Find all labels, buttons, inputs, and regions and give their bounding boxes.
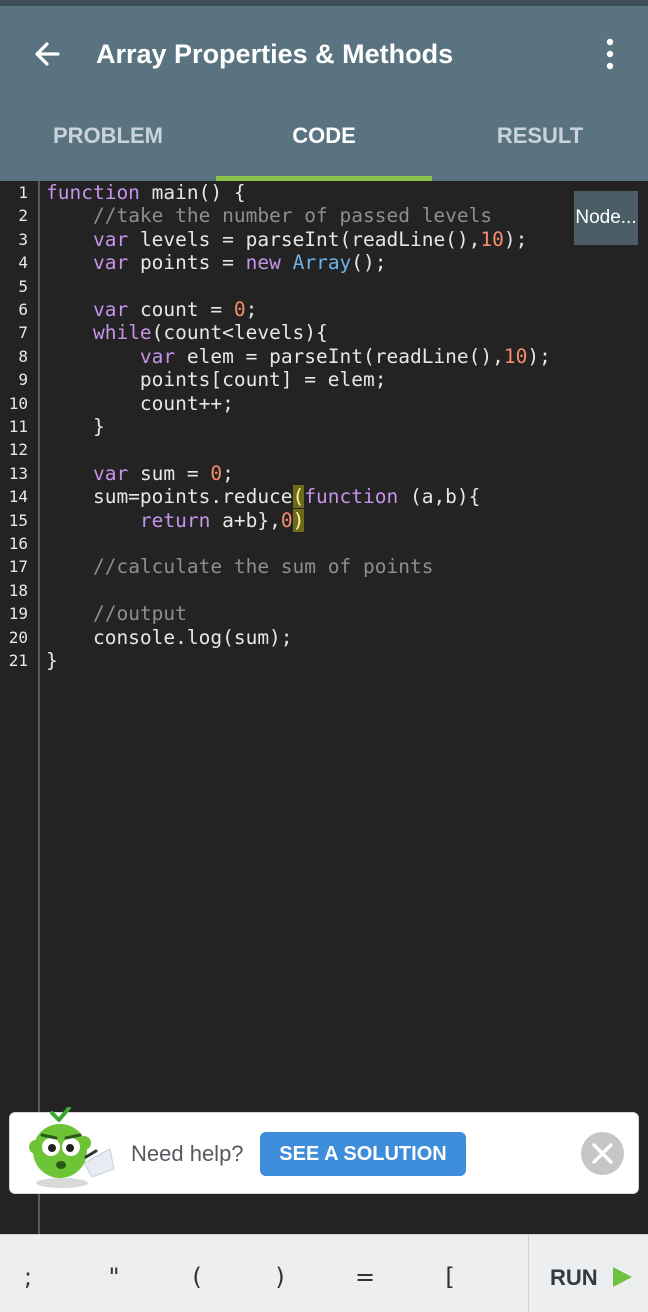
code-line: points[count] = elem; <box>46 368 387 392</box>
line-number: 2 <box>18 206 28 226</box>
code-line: //take the number of passed levels <box>92 204 493 228</box>
line-number: 8 <box>18 346 28 366</box>
code-line: var sum = 0; <box>92 461 234 485</box>
tab-bar: PROBLEM CODE RESULT <box>0 110 648 181</box>
line-number: 5 <box>18 276 28 296</box>
play-icon <box>613 1267 632 1287</box>
line-number: 19 <box>8 604 28 624</box>
line-number: 9 <box>18 370 28 390</box>
line-number: 3 <box>18 229 28 249</box>
code-line: var elem = parseInt(readLine(),10); <box>139 344 551 368</box>
page-title: Array Properties & Methods <box>96 39 454 69</box>
arrow-left-icon[interactable] <box>28 34 68 74</box>
code-line: function main() { <box>46 181 246 204</box>
line-number: 17 <box>8 557 28 577</box>
line-number: 15 <box>8 510 28 530</box>
code-line: var points = new Array(); <box>92 251 387 275</box>
close-button[interactable] <box>581 1132 624 1175</box>
help-banner: Need help? SEE A SOLUTION <box>9 1107 639 1194</box>
line-number: 6 <box>18 300 28 319</box>
see-solution-button[interactable]: SEE A SOLUTION <box>260 1132 466 1176</box>
symbol-keyboard-bar: ; " ( ) = [ RUN <box>0 1234 648 1312</box>
line-number: 10 <box>8 393 28 413</box>
line-number: 13 <box>8 463 28 483</box>
language-badge[interactable]: Node... <box>574 191 638 245</box>
more-vertical-icon[interactable] <box>596 34 624 74</box>
line-number: 14 <box>8 487 28 507</box>
line-number: 21 <box>8 651 28 670</box>
code-line: var count = 0; <box>92 298 258 321</box>
code-line: var levels = parseInt(readLine(),10); <box>92 227 528 251</box>
code-line: //output <box>92 602 187 626</box>
tab-problem[interactable]: PROBLEM <box>0 110 216 181</box>
key-equals[interactable]: = <box>323 1235 407 1312</box>
line-number-gutter: 1 2 3 4 5 6 7 8 9 10 11 12 13 14 15 16 1… <box>0 181 40 1234</box>
run-button[interactable]: RUN <box>528 1235 648 1312</box>
line-number: 16 <box>8 534 28 553</box>
tab-result[interactable]: RESULT <box>432 110 648 181</box>
help-text: Need help? <box>131 1141 244 1166</box>
line-number: 11 <box>8 417 28 436</box>
line-number: 12 <box>8 440 28 460</box>
code-line: while(count<levels){ <box>92 321 328 345</box>
line-number: 18 <box>8 580 28 600</box>
key-close-paren[interactable]: ) <box>238 1235 322 1312</box>
code-line: console.log(sum); <box>46 625 293 649</box>
code-line: //calculate the sum of points <box>92 555 434 579</box>
code-line: return a+b},0) <box>139 508 305 532</box>
line-number: 4 <box>18 253 28 273</box>
close-icon <box>592 1143 613 1164</box>
key-semicolon[interactable]: ; <box>0 1235 70 1312</box>
key-quote[interactable]: " <box>72 1235 156 1312</box>
run-label: RUN <box>550 1265 598 1290</box>
tab-code[interactable]: CODE <box>216 110 432 181</box>
key-open-bracket[interactable]: [ <box>408 1235 492 1312</box>
key-open-paren[interactable]: ( <box>155 1235 239 1312</box>
line-number: 7 <box>18 323 28 343</box>
line-number: 1 <box>18 183 28 202</box>
code-line: } <box>46 649 58 672</box>
mascot-icon <box>29 1107 114 1188</box>
code-line: count++; <box>46 391 234 415</box>
code-editor[interactable]: 1 2 3 4 5 6 7 8 9 10 11 12 13 14 15 16 1… <box>0 181 648 1234</box>
code-line: } <box>46 415 105 438</box>
line-number: 20 <box>8 627 28 647</box>
code-line: sum=points.reduce(function (a,b){ <box>46 485 481 509</box>
